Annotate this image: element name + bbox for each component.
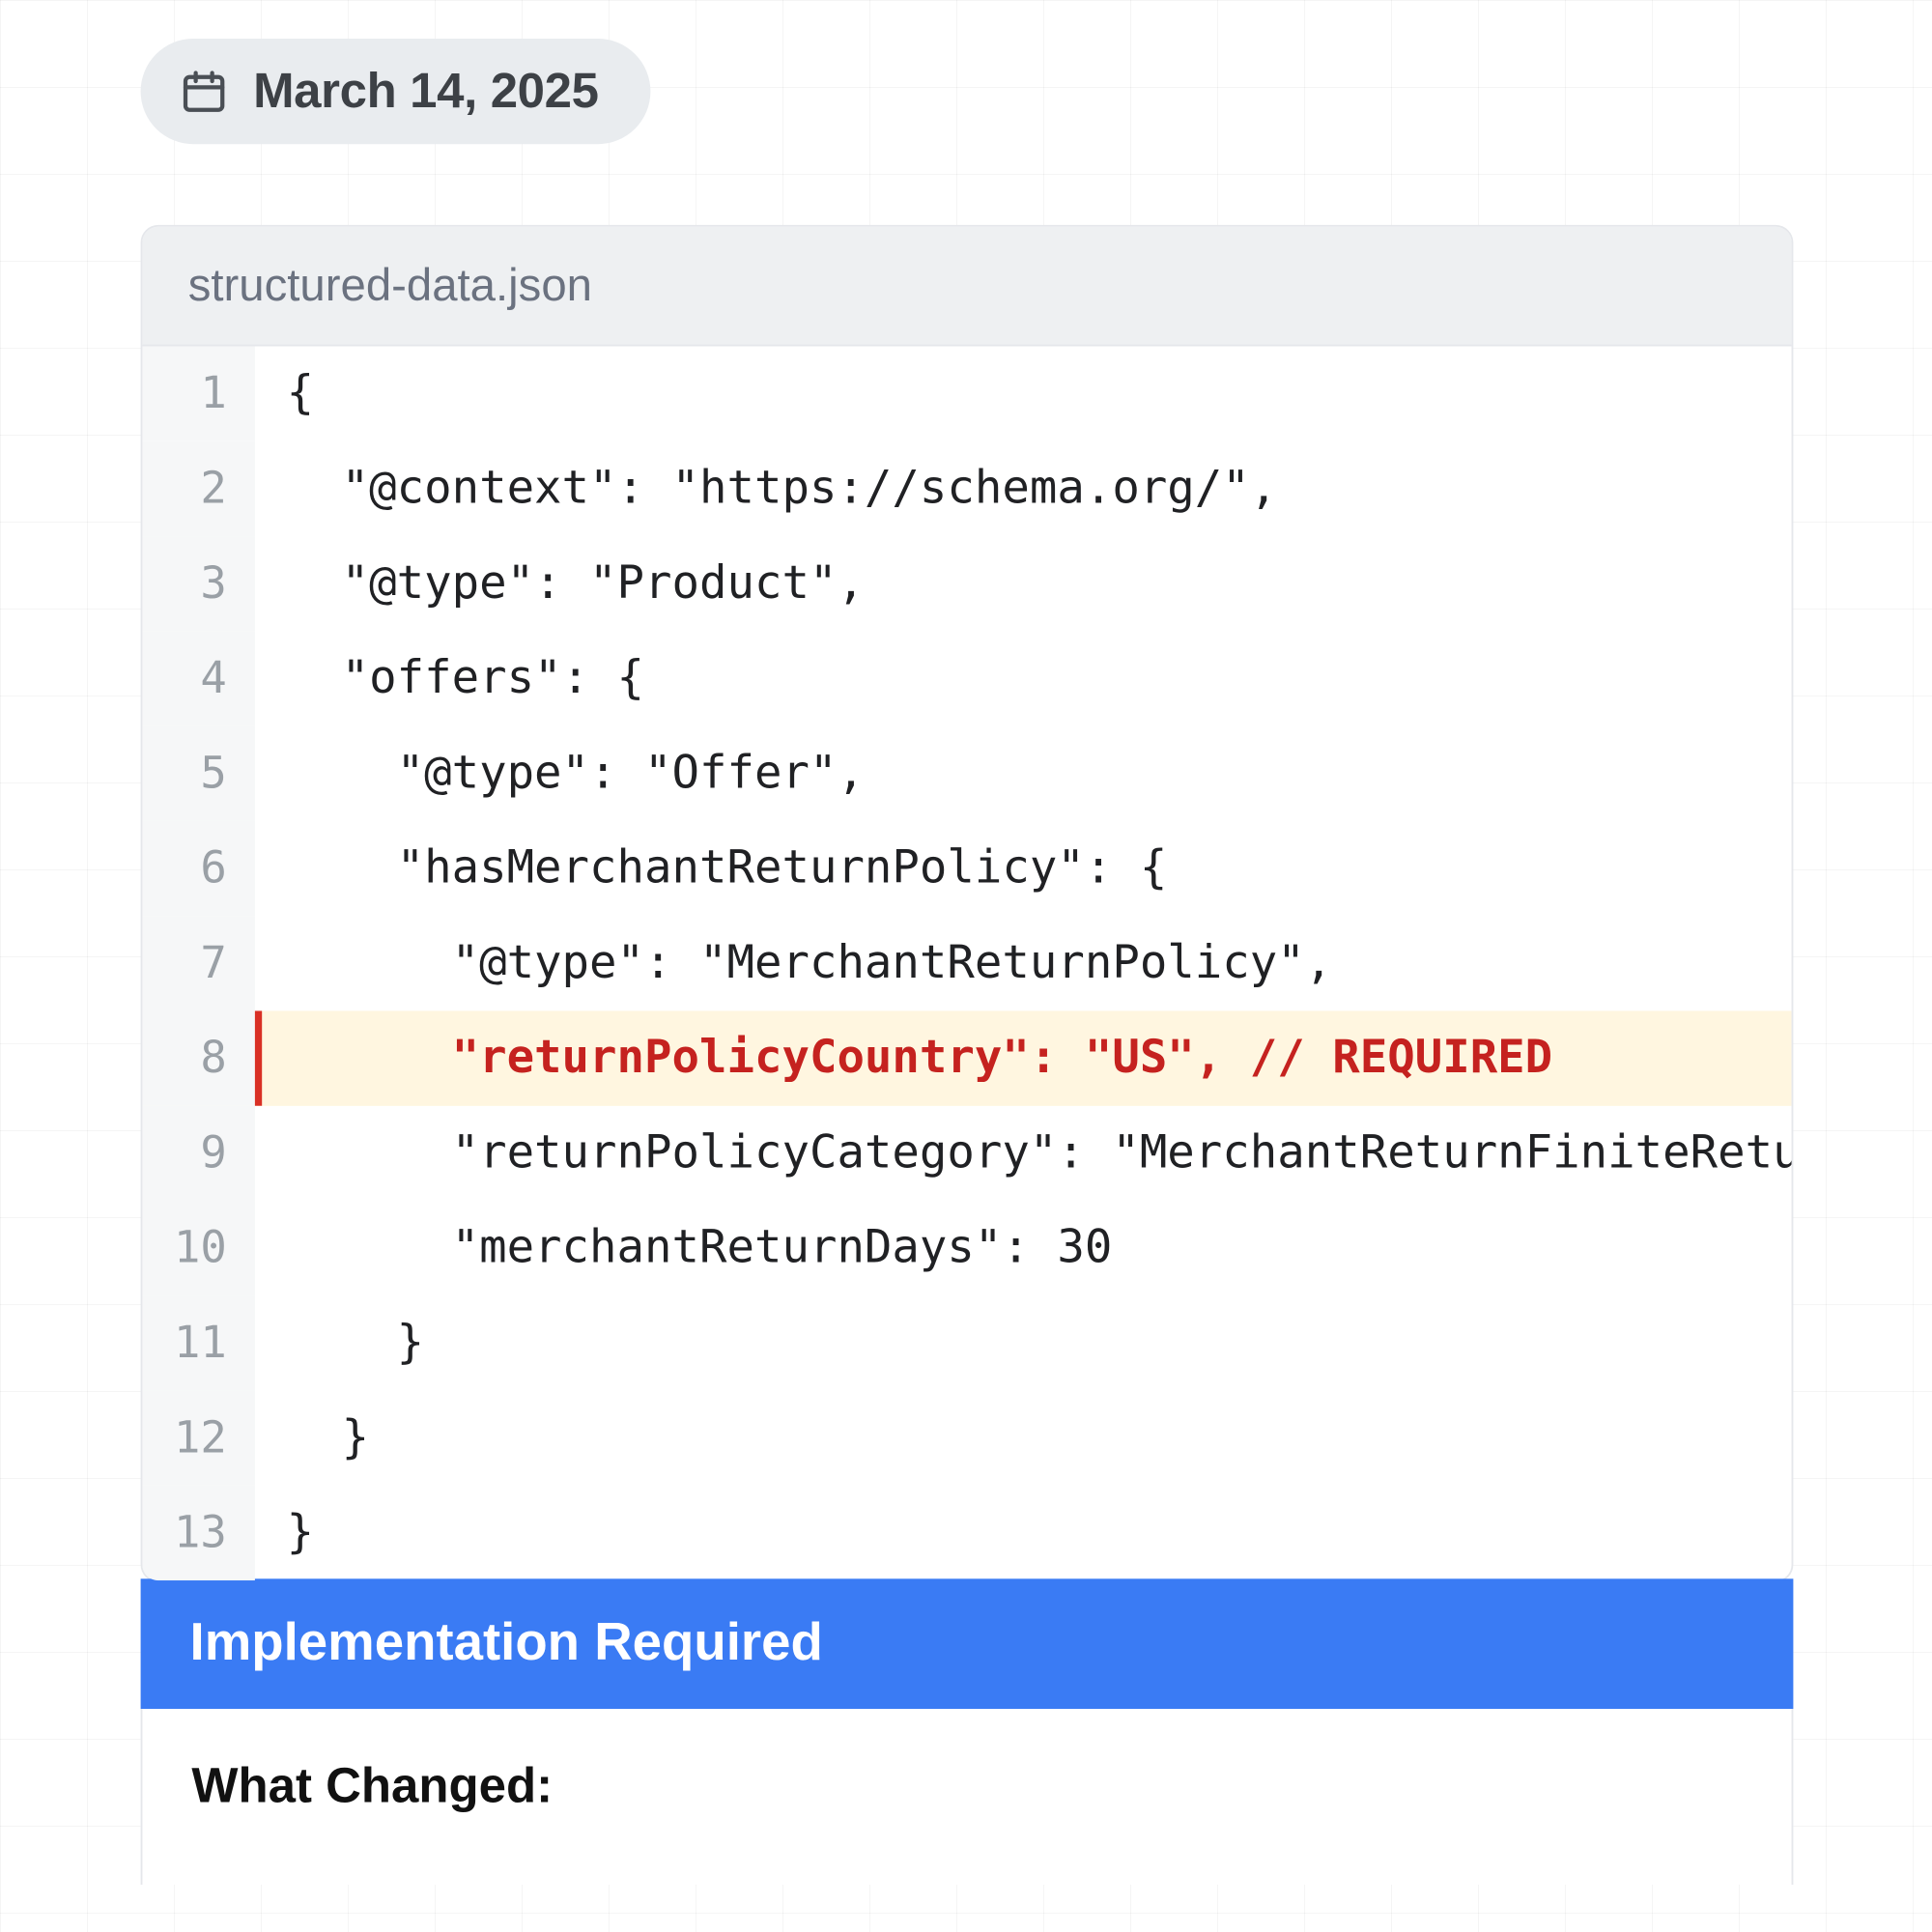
line-number: 1 [142, 347, 254, 441]
code-text: "merchantReturnDays": 30 [255, 1201, 1792, 1295]
code-text: "@type": "Product", [255, 536, 1792, 631]
what-changed-heading: What Changed: [191, 1758, 1742, 1814]
line-number: 9 [142, 1106, 254, 1201]
calendar-icon [180, 67, 229, 116]
code-text: "@type": "Offer", [255, 726, 1792, 821]
code-line: 6 "hasMerchantReturnPolicy": { [142, 821, 1791, 916]
code-line: 2 "@context": "https://schema.org/", [142, 441, 1791, 536]
line-number: 12 [142, 1391, 254, 1486]
code-card: structured-data.json 1{2 "@context": "ht… [141, 225, 1794, 1582]
banner-title: Implementation Required [190, 1614, 823, 1672]
code-line-highlight: 8 "returnPolicyCountry": "US", // REQUIR… [142, 1010, 1791, 1105]
line-number: 11 [142, 1295, 254, 1390]
line-number: 8 [142, 1010, 254, 1105]
line-number: 13 [142, 1486, 254, 1580]
code-line: 4 "offers": { [142, 631, 1791, 725]
code-text: "offers": { [255, 631, 1792, 725]
code-line: 9 "returnPolicyCategory": "MerchantRetur… [142, 1106, 1791, 1201]
date-pill: March 14, 2025 [141, 39, 652, 144]
date-label: March 14, 2025 [253, 63, 599, 119]
code-line: 5 "@type": "Offer", [142, 726, 1791, 821]
code-line: 1{ [142, 347, 1791, 441]
code-text: "returnPolicyCountry": "US", // REQUIRED [255, 1010, 1792, 1105]
code-text: { [255, 347, 1792, 441]
line-number: 3 [142, 536, 254, 631]
code-text: } [255, 1391, 1792, 1486]
code-line: 11 } [142, 1295, 1791, 1390]
what-changed-section: What Changed: [141, 1709, 1794, 1885]
code-line: 7 "@type": "MerchantReturnPolicy", [142, 916, 1791, 1010]
code-line: 10 "merchantReturnDays": 30 [142, 1201, 1791, 1295]
line-number: 4 [142, 631, 254, 725]
code-body: 1{2 "@context": "https://schema.org/",3 … [142, 347, 1791, 1581]
line-number: 5 [142, 726, 254, 821]
line-number: 6 [142, 821, 254, 916]
code-text: "@context": "https://schema.org/", [255, 441, 1792, 536]
implementation-banner: Implementation Required [141, 1578, 1794, 1709]
line-number: 2 [142, 441, 254, 536]
code-text: "@type": "MerchantReturnPolicy", [255, 916, 1792, 1010]
code-text: "hasMerchantReturnPolicy": { [255, 821, 1792, 916]
code-line: 12 } [142, 1391, 1791, 1486]
code-line: 13} [142, 1486, 1791, 1580]
code-line: 3 "@type": "Product", [142, 536, 1791, 631]
line-number: 7 [142, 916, 254, 1010]
code-text: } [255, 1486, 1792, 1580]
code-text: } [255, 1295, 1792, 1390]
code-filename: structured-data.json [142, 227, 1791, 347]
code-text: "returnPolicyCategory": "MerchantReturnF… [255, 1106, 1792, 1201]
line-number: 10 [142, 1201, 254, 1295]
